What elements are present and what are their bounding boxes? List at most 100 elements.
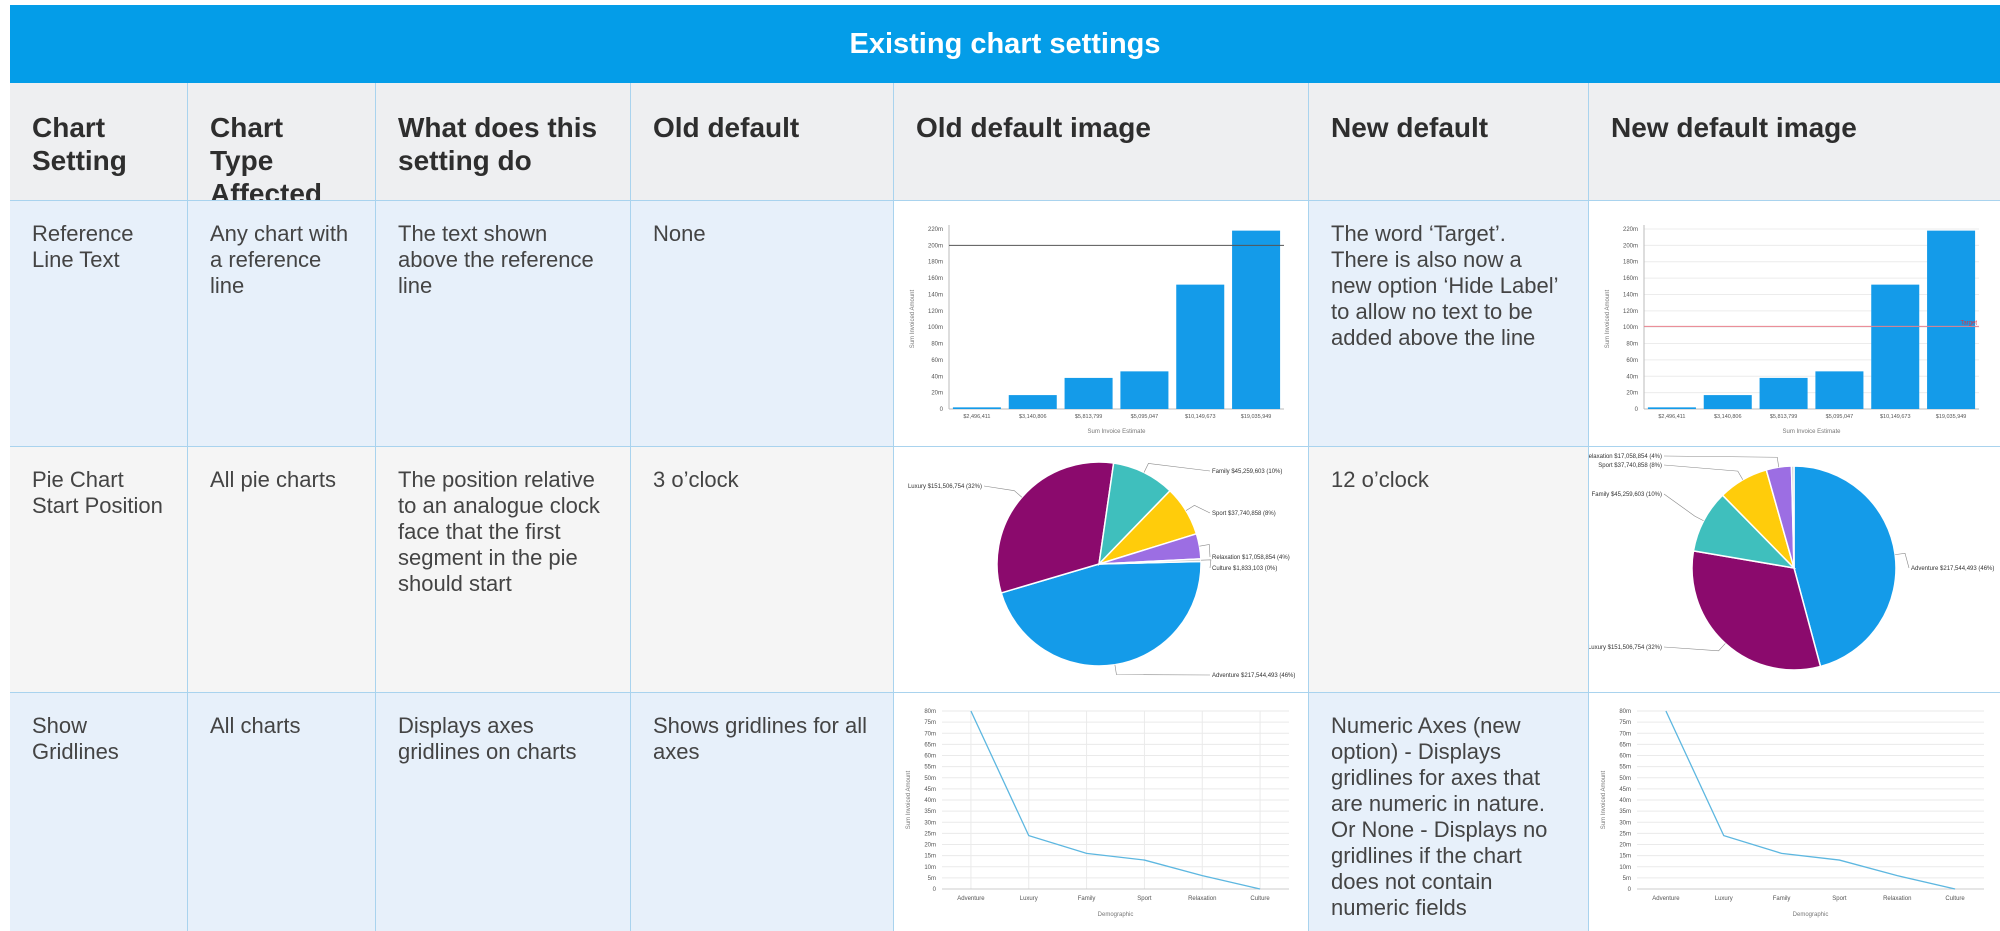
bar xyxy=(1647,407,1696,409)
y-tick-label: 60m xyxy=(924,754,936,760)
bar xyxy=(1064,377,1113,409)
slice-label: Luxury $151,506,754 (32%) xyxy=(1589,645,1662,651)
slice-label: Luxury $151,506,754 (32%) xyxy=(908,484,982,490)
leader-line xyxy=(1185,505,1211,514)
y-tick-label: 20m xyxy=(924,843,936,849)
y-tick-label: 0 xyxy=(933,887,937,893)
row-description: The position relative to an analogue clo… xyxy=(376,447,631,692)
bar-chart-new: 0 20m 40m 60m 80m 100m 120m 140m 160m 180m 200m 220… xyxy=(1605,225,1979,435)
y-tick-label: 80m xyxy=(924,709,936,715)
y-axis-title: Sum Invoiced Amount xyxy=(1601,770,1607,829)
bar xyxy=(1176,284,1225,409)
y-tick-label: 75m xyxy=(1619,720,1631,726)
row-affected: All pie charts xyxy=(188,447,376,692)
x-tick-label: Culture xyxy=(1945,896,1965,902)
leader-line xyxy=(1200,559,1212,569)
header-chart-setting: Chart Setting xyxy=(10,83,188,200)
old-default-image: 0 20m 40m 60m 80m 100m 120m 140m 160m 180m 200m 220… xyxy=(894,201,1309,446)
slice-label: Family $45,259,603 (10%) xyxy=(1592,492,1662,498)
leader-line xyxy=(1663,464,1744,480)
x-tick-label: Relaxation xyxy=(1883,896,1911,902)
row-old-default: 3 o’clock xyxy=(631,447,894,692)
y-tick-label: 10m xyxy=(924,865,936,871)
table-row: Pie Chart Start Position All pie charts … xyxy=(10,447,2000,693)
y-axis-title: Sum Invoiced Amount xyxy=(1605,289,1611,348)
y-tick-label: 70m xyxy=(1619,731,1631,737)
row-affected: All charts xyxy=(188,693,376,931)
slice-label: Relaxation $17,058,854 (4%) xyxy=(1212,555,1290,561)
bar xyxy=(1008,395,1057,409)
leader-line xyxy=(1114,664,1211,676)
y-tick-label: 160m xyxy=(1623,276,1638,282)
slice-label: Culture $1,833,103 (0%) xyxy=(1212,566,1277,572)
slice-label: Adventure $217,544,493 (46%) xyxy=(1911,566,1994,572)
header-new-default: New default xyxy=(1309,83,1589,200)
y-tick-label: 35m xyxy=(924,809,936,815)
slice-label: Sport $37,740,858 (8%) xyxy=(1598,463,1662,469)
header-chart-type: Chart Type Affected xyxy=(188,83,376,200)
header-old-image: Old default image xyxy=(894,83,1309,200)
y-tick-label: 20m xyxy=(1626,391,1638,397)
x-tick-label: $5,813,799 xyxy=(1075,414,1103,420)
x-tick-label: Family xyxy=(1773,896,1791,902)
x-tick-label: $10,149,673 xyxy=(1880,414,1911,420)
leader-line xyxy=(983,485,1023,498)
y-tick-label: 60m xyxy=(931,358,943,364)
y-tick-label: 180m xyxy=(1623,260,1638,266)
y-tick-label: 15m xyxy=(924,854,936,860)
y-tick-label: 20m xyxy=(931,391,943,397)
new-default-image: 0 20m 40m 60m 80m 100m 120m 140m 160m 180m 200m 220… xyxy=(1589,201,2000,446)
slice-label: Adventure $217,544,493 (46%) xyxy=(1212,673,1295,679)
y-tick-label: 100m xyxy=(928,325,943,331)
x-axis-title: Demographic xyxy=(1098,912,1134,918)
row-setting: Show Gridlines xyxy=(10,693,188,931)
settings-table: Existing chart settings Chart Setting Ch… xyxy=(10,5,2000,931)
y-tick-label: 80m xyxy=(1619,709,1631,715)
row-setting: Reference Line Text xyxy=(10,201,188,446)
table-row: Show Gridlines All charts Displays axes … xyxy=(10,693,2000,931)
row-description: Displays axes gridlines on charts xyxy=(376,693,631,931)
x-tick-label: Sport xyxy=(1832,896,1847,902)
y-tick-label: 40m xyxy=(1626,374,1638,380)
row-description: The text shown above the reference line xyxy=(376,201,631,446)
y-tick-label: 160m xyxy=(928,276,943,282)
y-tick-label: 120m xyxy=(1623,309,1638,315)
x-tick-label: Sport xyxy=(1137,896,1152,902)
y-tick-label: 0 xyxy=(1635,407,1639,413)
x-tick-label: $3,140,806 xyxy=(1714,414,1742,420)
x-axis-title: Sum Invoice Estimate xyxy=(1087,429,1146,435)
row-affected: Any chart with a reference line xyxy=(188,201,376,446)
x-tick-label: $19,035,949 xyxy=(1241,414,1272,420)
y-tick-label: 180m xyxy=(928,260,943,266)
bar xyxy=(1759,377,1808,409)
slice-label: Sport $37,740,858 (8%) xyxy=(1212,511,1276,517)
leader-line xyxy=(1895,552,1910,569)
leader-line xyxy=(1663,455,1780,468)
y-tick-label: 45m xyxy=(1619,787,1631,793)
slice-label: Relaxation $17,058,854 (4%) xyxy=(1589,454,1662,460)
y-tick-label: 10m xyxy=(1619,865,1631,871)
new-default-image: Adventure $217,544,493 (46%) Luxury $151,… xyxy=(1589,447,2000,692)
y-tick-label: 25m xyxy=(924,831,936,837)
y-tick-label: 50m xyxy=(1619,776,1631,782)
y-axis-title: Sum Invoiced Amount xyxy=(906,770,912,829)
x-tick-label: $5,095,047 xyxy=(1131,414,1159,420)
pie-chart-old: Adventure $217,544,493 (46%) Luxury $151,… xyxy=(908,461,1295,679)
x-axis-title: Sum Invoice Estimate xyxy=(1782,429,1841,435)
bar-chart-old: 0 20m 40m 60m 80m 100m 120m 140m 160m 180m 200m 220… xyxy=(910,225,1284,435)
y-tick-label: 75m xyxy=(924,720,936,726)
y-tick-label: 45m xyxy=(924,787,936,793)
leader-line xyxy=(1663,643,1726,652)
y-tick-label: 70m xyxy=(924,731,936,737)
leader-line xyxy=(1143,463,1211,473)
x-tick-label: Adventure xyxy=(957,896,985,902)
y-axis-title: Sum Invoiced Amount xyxy=(910,289,916,348)
bar xyxy=(1232,230,1281,409)
reference-line-label: Target xyxy=(1960,320,1977,326)
bar xyxy=(1815,371,1864,409)
slice-label: Family $45,259,603 (10%) xyxy=(1212,469,1282,475)
x-tick-label: Adventure xyxy=(1652,896,1680,902)
y-tick-label: 80m xyxy=(1626,342,1638,348)
row-new-default: 12 o’clock xyxy=(1309,447,1589,692)
y-tick-label: 20m xyxy=(1619,843,1631,849)
